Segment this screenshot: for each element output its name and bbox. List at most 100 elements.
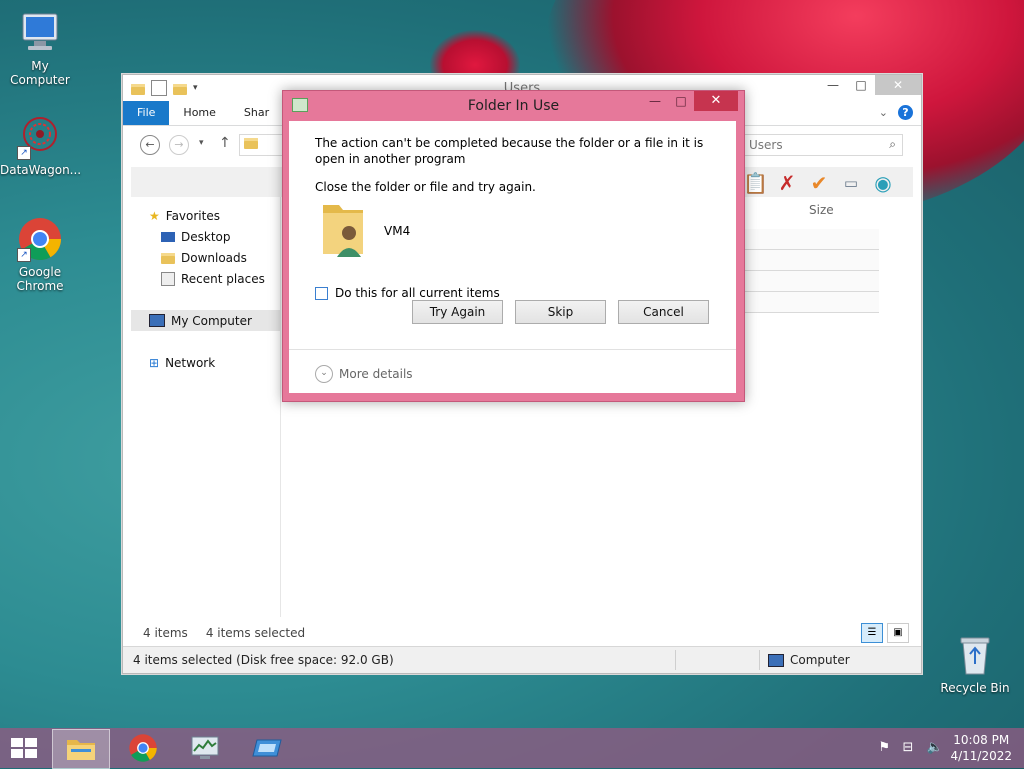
navigation-pane: ★ Favorites Desktop Downloads Recent plac… (131, 205, 281, 373)
apply-to-all-label[interactable]: Do this for all current items (335, 286, 500, 300)
search-box[interactable]: Users ⌕ (743, 134, 903, 156)
taskbar-resource-monitor[interactable] (177, 729, 233, 767)
minimize-icon[interactable]: — (642, 91, 668, 111)
chrome-icon (129, 734, 157, 762)
skip-button[interactable]: Skip (515, 300, 606, 324)
datawagon-icon: ↗ (17, 114, 63, 160)
taskbar-chrome[interactable] (115, 729, 171, 767)
desktop-icon-datawagon[interactable]: ↗ DataWagon... (0, 114, 82, 177)
back-icon[interactable]: ← (140, 135, 160, 155)
explorer-window-controls: — □ ✕ (819, 75, 921, 95)
tab-home[interactable]: Home (169, 101, 229, 125)
nav-item-desktop[interactable]: Desktop (131, 226, 281, 247)
dialog-window-controls: — □ ✕ (642, 91, 738, 111)
column-header-size[interactable]: Size (809, 203, 834, 217)
desktop-icon (161, 231, 175, 242)
computer-icon (149, 314, 165, 327)
checkmark-icon[interactable]: ✔ (807, 171, 831, 195)
taskbar-clock[interactable]: 10:08 PM 4/11/2022 (950, 732, 1012, 764)
ribbon-right-controls: ⌄ ? (879, 105, 913, 120)
table-row[interactable] (723, 271, 879, 292)
maximize-icon[interactable]: □ (668, 91, 694, 111)
volume-muted-icon[interactable]: 🔈 (926, 741, 942, 755)
desktop-icon-google-chrome[interactable]: ↗ Google Chrome (0, 216, 80, 293)
table-row[interactable] (723, 292, 879, 313)
more-details-label[interactable]: More details (339, 367, 413, 381)
shortcut-arrow-icon: ↗ (17, 146, 31, 160)
view-switcher: ☰ ▣ (861, 623, 909, 643)
selected-count: 4 items selected (205, 626, 306, 640)
dialog-button-row: Try Again Skip Cancel (412, 300, 709, 324)
up-icon[interactable]: ↑ (219, 135, 231, 151)
network-icon: ⊞ (149, 355, 160, 370)
rename-icon[interactable]: ▭ (839, 171, 863, 195)
performance-monitor-icon (191, 736, 219, 759)
taskbar-file-explorer[interactable] (52, 729, 110, 769)
system-tray: ⚑ ⊟ 🔈 10:08 PM 4/11/2022 (878, 732, 1012, 764)
more-details-toggle[interactable]: ⌄ More details (315, 365, 413, 383)
paste-icon[interactable]: 📋 (743, 171, 768, 195)
search-placeholder: Users (749, 138, 783, 152)
nav-item-my-computer[interactable]: My Computer (131, 310, 281, 331)
tab-file[interactable]: File (123, 101, 170, 125)
expand-ribbon-icon[interactable]: ⌄ (879, 106, 888, 119)
minimize-icon[interactable]: — (819, 75, 847, 95)
delete-icon[interactable]: ✗ (775, 171, 799, 195)
status-separator (675, 650, 676, 670)
recent-places-icon (161, 271, 175, 286)
status-separator (759, 650, 760, 670)
file-explorer-icon (67, 740, 95, 760)
status-bar: 4 items selected (Disk free space: 92.0 … (123, 646, 921, 673)
nav-item-downloads[interactable]: Downloads (131, 247, 281, 268)
recycle-bin-icon (952, 632, 998, 678)
taskbar: ⚑ ⊟ 🔈 10:08 PM 4/11/2022 (0, 728, 1024, 769)
help-icon[interactable]: ? (898, 105, 913, 120)
recent-locations-icon[interactable]: ▾ (199, 138, 204, 148)
clock-time: 10:08 PM (953, 733, 1010, 747)
table-row[interactable] (723, 229, 879, 250)
nav-item-favorites[interactable]: ★ Favorites (131, 205, 281, 226)
apply-to-all-row[interactable]: Do this for all current items (315, 286, 500, 300)
desktop-icon-recycle-bin[interactable]: Recycle Bin (935, 632, 1015, 695)
dialog-body: The action can't be completed because th… (289, 121, 736, 393)
toolbar-actions: 📋 ✗ ✔ ▭ ◉ (743, 171, 895, 195)
network-status-icon[interactable]: ⊟ (902, 741, 916, 755)
close-icon[interactable]: ✕ (875, 75, 921, 95)
folder-icon (244, 138, 258, 149)
clock-date: 4/11/2022 (950, 749, 1012, 763)
dialog-divider (289, 349, 736, 350)
table-row[interactable] (723, 250, 879, 271)
large-icons-view-icon[interactable]: ▣ (887, 623, 909, 643)
desktop-icon-label: DataWagon... (0, 163, 82, 177)
try-again-button[interactable]: Try Again (412, 300, 503, 324)
close-icon[interactable]: ✕ (694, 91, 738, 111)
status-bar-text: 4 items selected (Disk free space: 92.0 … (133, 653, 394, 667)
computer-icon (768, 653, 784, 667)
desktop-icon-label: My Computer (10, 59, 70, 87)
start-button[interactable] (10, 737, 38, 759)
item-count-bar: 4 items 4 items selected (143, 626, 305, 640)
search-icon: ⌕ (889, 137, 896, 151)
desktop-icon-my-computer[interactable]: My Computer (0, 10, 80, 87)
globe-icon[interactable]: ◉ (871, 171, 895, 195)
action-center-flag-icon[interactable]: ⚑ (878, 741, 892, 755)
apply-to-all-checkbox[interactable] (315, 286, 328, 300)
file-rows (723, 229, 879, 313)
chevron-down-icon[interactable]: ⌄ (315, 365, 333, 383)
cancel-button[interactable]: Cancel (618, 300, 709, 324)
taskbar-remote-app[interactable] (239, 729, 295, 767)
forward-icon[interactable]: → (169, 135, 189, 155)
details-view-icon[interactable]: ☰ (861, 623, 883, 643)
remote-desktop-icon (252, 739, 282, 757)
folder-in-use-dialog: Folder In Use — □ ✕ The action can't be … (282, 90, 745, 402)
tab-share[interactable]: Shar (230, 101, 283, 125)
maximize-icon[interactable]: □ (847, 75, 875, 95)
locked-item-name: VM4 (384, 224, 411, 238)
item-count: 4 items (143, 626, 188, 640)
star-icon: ★ (149, 208, 160, 223)
chrome-icon: ↗ (17, 216, 63, 262)
nav-item-network[interactable]: ⊞ Network (131, 352, 281, 373)
dialog-titlebar[interactable]: Folder In Use — □ ✕ (283, 91, 744, 119)
status-bar-location: Computer (768, 653, 850, 667)
nav-item-recent-places[interactable]: Recent places (131, 268, 281, 289)
